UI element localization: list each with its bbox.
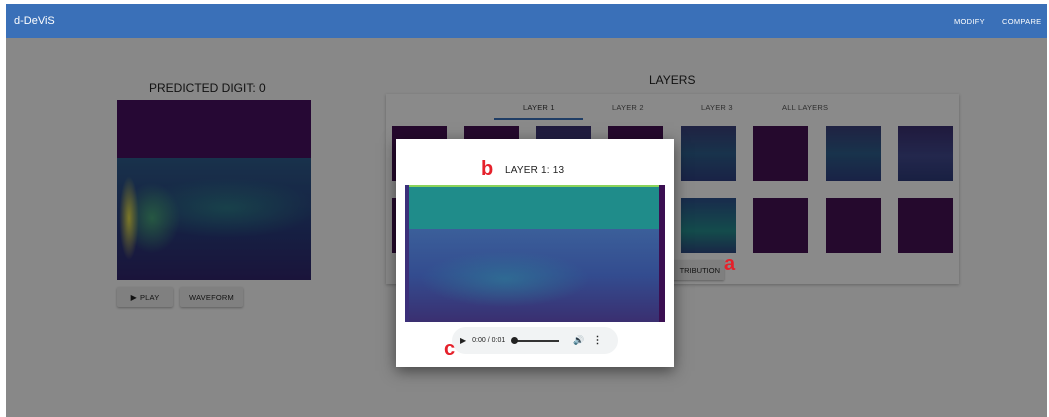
compare-button[interactable]: COMPARE: [1002, 4, 1041, 38]
app-title[interactable]: d-DeViS: [14, 15, 55, 27]
audio-player: ▶ 0:00 / 0:01 🔊 ⋮: [452, 327, 618, 354]
annotation-marker-a: a: [724, 253, 736, 275]
feature-map-large: [405, 185, 665, 322]
play-icon[interactable]: ▶: [460, 336, 466, 345]
more-vert-icon[interactable]: ⋮: [592, 335, 602, 346]
audio-progress-knob[interactable]: [511, 336, 519, 344]
annotation-marker-c: c: [444, 338, 456, 360]
volume-icon[interactable]: 🔊: [573, 335, 584, 346]
audio-progress-bar[interactable]: [511, 336, 560, 344]
modify-button[interactable]: MODIFY: [954, 4, 985, 38]
audio-time: 0:00 / 0:01: [472, 337, 506, 344]
feature-map-padding-region: [405, 185, 665, 231]
feature-map-right-edge: [659, 185, 665, 322]
feature-map-left-edge: [405, 185, 409, 322]
dialog-title: LAYER 1: 13: [505, 165, 565, 176]
feature-map-content-region: [405, 229, 665, 322]
app-bar: d-DeViS MODIFY COMPARE: [6, 4, 1047, 38]
annotation-marker-b: b: [481, 158, 494, 180]
